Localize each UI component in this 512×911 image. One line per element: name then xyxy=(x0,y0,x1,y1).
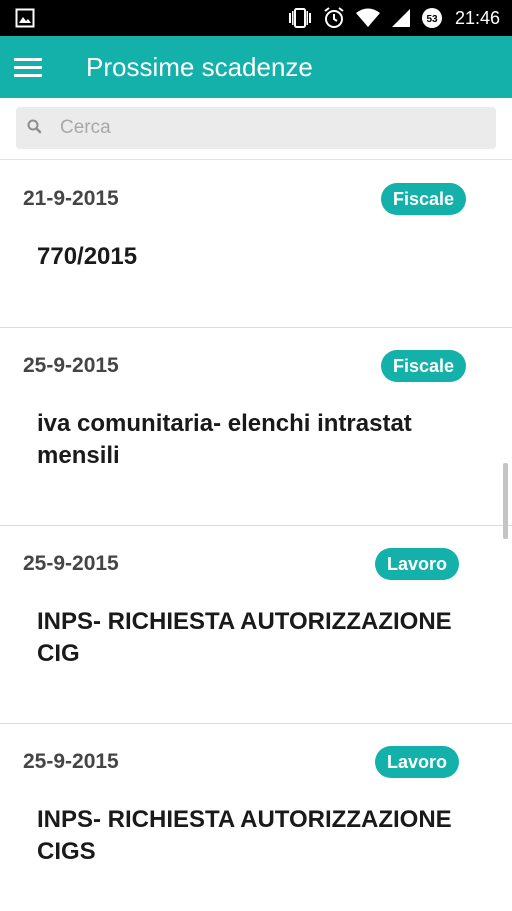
category-badge: Fiscale xyxy=(380,350,466,382)
hamburger-icon-line xyxy=(14,74,42,77)
battery-level-text: 53 xyxy=(426,14,438,25)
item-date: 25-9-2015 xyxy=(23,552,119,575)
app-screen: 53 21:46 Prossime scadenze Cerca 21-9-20… xyxy=(0,0,512,911)
item-title: INPS- RICHIESTA AUTORIZZAZIONE CIG xyxy=(37,608,452,667)
category-badge: Fiscale xyxy=(380,183,466,215)
item-title: iva comunitaria- elenchi intrastat mensi… xyxy=(37,410,412,469)
category-badge: Lavoro xyxy=(374,746,459,778)
app-bar: Prossime scadenze xyxy=(0,36,512,98)
page-title: Prossime scadenze xyxy=(86,52,313,82)
vibrate-icon xyxy=(287,8,313,28)
item-date: 21-9-2015 xyxy=(23,187,119,210)
menu-button[interactable] xyxy=(12,52,44,82)
scrollbar-thumb[interactable] xyxy=(503,463,508,539)
status-time: 21:46 xyxy=(454,7,500,28)
category-badge: Lavoro xyxy=(374,548,459,580)
item-date: 25-9-2015 xyxy=(23,354,119,377)
item-title: 770/2015 xyxy=(37,243,138,270)
list-item[interactable]: 25-9-2015 Lavoro INPS- RICHIESTA AUTORIZ… xyxy=(0,526,512,724)
item-date: 25-9-2015 xyxy=(23,750,119,773)
hamburger-icon-line xyxy=(14,58,42,61)
list-item[interactable]: 25-9-2015 Lavoro INPS- RICHIESTA AUTORIZ… xyxy=(0,724,512,911)
item-title: INPS- RICHIESTA AUTORIZZAZIONE CIGS xyxy=(37,806,452,865)
image-icon xyxy=(15,8,35,28)
status-bar: 53 21:46 xyxy=(0,0,512,36)
wifi-icon xyxy=(355,8,381,28)
list-item[interactable]: 21-9-2015 Fiscale 770/2015 xyxy=(0,161,512,328)
list-item[interactable]: 25-9-2015 Fiscale iva comunitaria- elenc… xyxy=(0,328,512,526)
search-input[interactable] xyxy=(60,107,480,149)
status-icons: 53 21:46 xyxy=(287,0,500,36)
signal-icon xyxy=(391,8,411,28)
hamburger-icon-line xyxy=(14,66,42,69)
deadline-list: 21-9-2015 Fiscale 770/2015 25-9-2015 Fis… xyxy=(0,161,512,911)
alarm-icon xyxy=(323,7,345,29)
battery-icon: 53 xyxy=(421,7,443,29)
search-box[interactable] xyxy=(16,107,496,149)
search-bar xyxy=(0,98,512,160)
search-icon xyxy=(26,118,44,136)
